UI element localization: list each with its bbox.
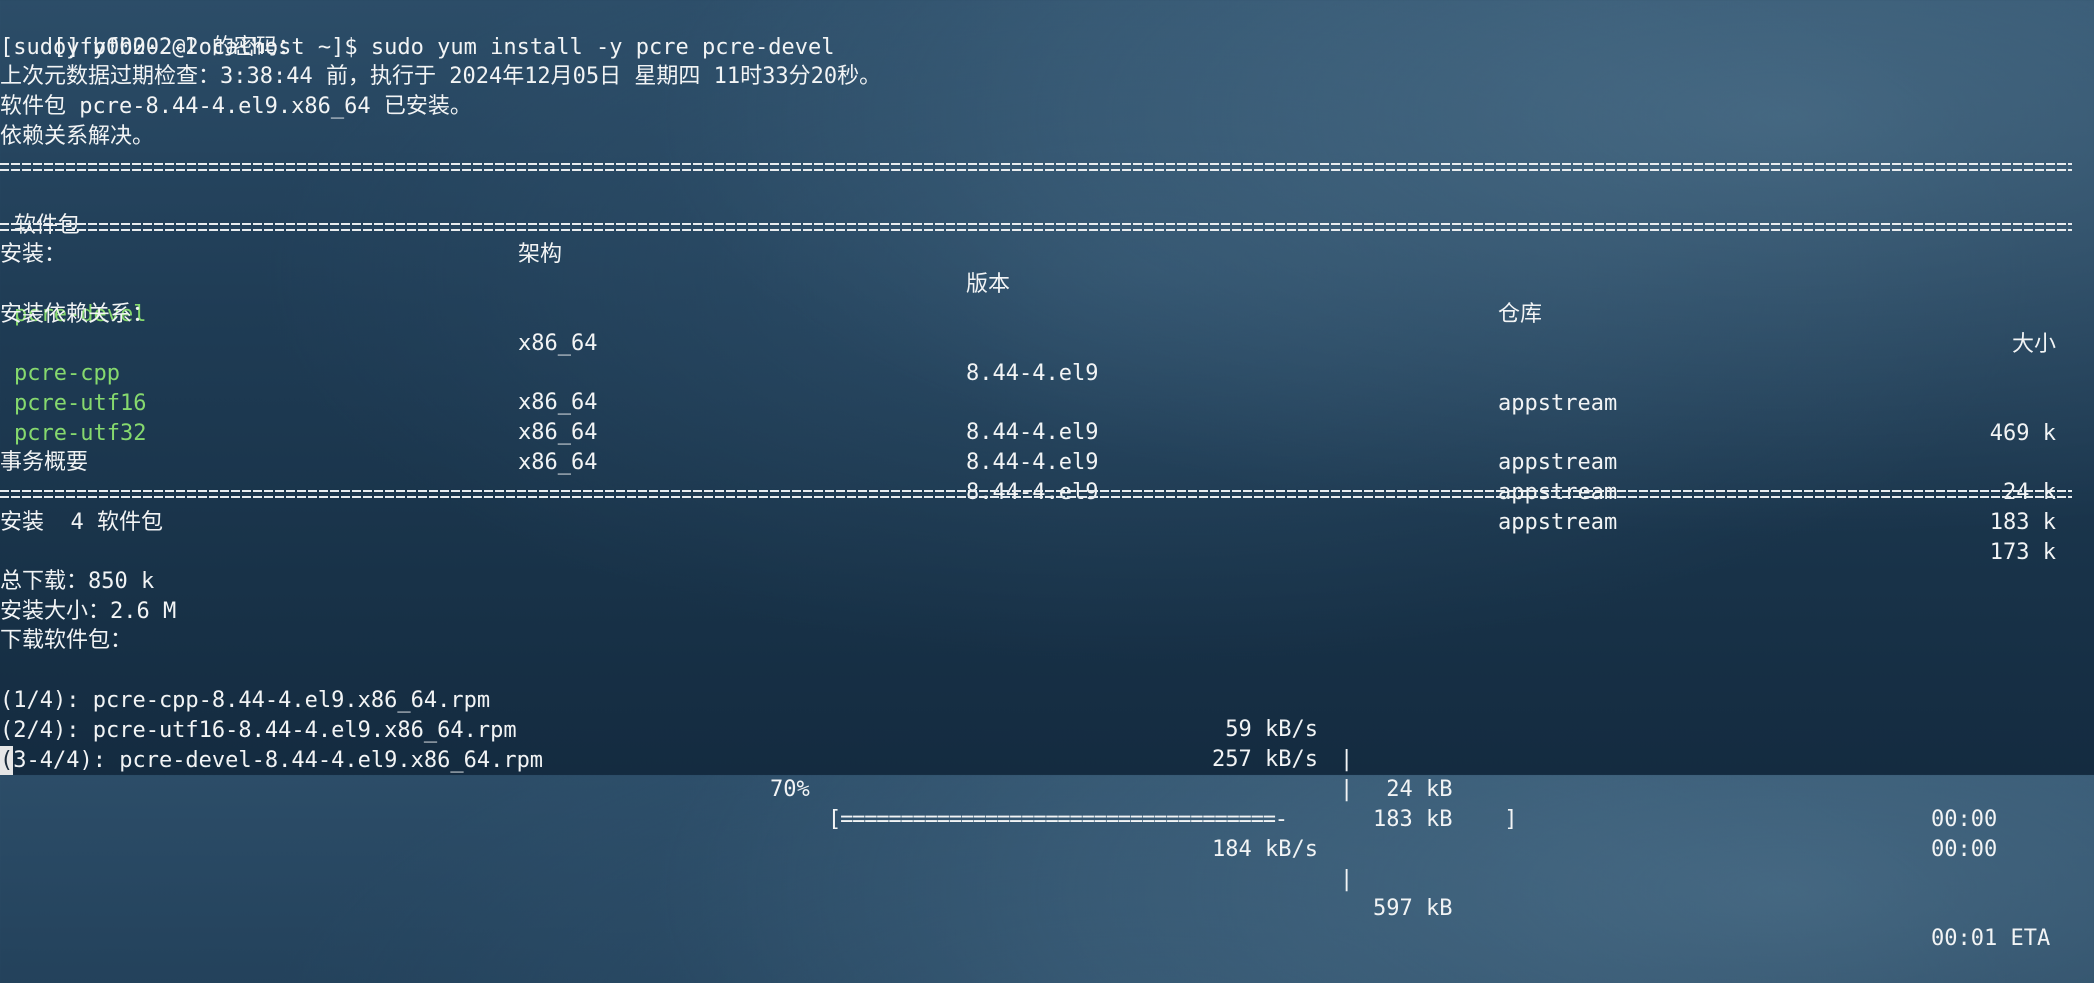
download-row: (1/4): pcre-cpp-8.44-4.el9.x86_64.rpm 59…	[0, 656, 2094, 832]
table-row: pcre-utf16 x86_64 8.44-4.el9 appstream 1…	[0, 359, 2094, 535]
download-pipe: |	[1340, 747, 1354, 773]
download-rate: 184 kB/s	[1212, 836, 1318, 862]
download-row: (2/4): pcre-utf16-8.44-4.el9.x86_64.rpm …	[0, 686, 2094, 862]
download-pipe: |	[1340, 777, 1354, 803]
separator-line	[0, 211, 2072, 241]
download-time: 00:01 ETA	[1931, 925, 2051, 951]
deps-resolved-line: 依赖关系解决。	[0, 124, 155, 149]
metadata-check-line: 上次元数据过期检查：3:38:44 前，执行于 2024年12月05日 星期四 …	[0, 64, 882, 89]
install-count-line: 安装 4 软件包	[0, 510, 163, 535]
progress-percent: 70%	[770, 777, 810, 803]
total-download-line: 总下载：850 k	[0, 569, 155, 594]
download-rate: 257 kB/s	[1212, 747, 1318, 773]
terminal-cursor: (	[0, 745, 14, 776]
package-size: 469 k	[1989, 420, 2056, 446]
package-name: pcre-utf32	[14, 420, 147, 446]
table-row: pcre-cpp x86_64 8.44-4.el9 appstream 24 …	[0, 329, 2094, 505]
downloading-label: 下载软件包：	[0, 628, 133, 653]
separator-line	[0, 478, 2072, 508]
install-size-line: 安装大小：2.6 M	[0, 599, 177, 624]
package-version: 8.44-4.el9	[966, 420, 1099, 446]
progress-label: 3-4/4): pcre-devel-8.44-4.el9.x86_64.rpm	[13, 747, 544, 773]
download-pipe: |	[1340, 866, 1354, 892]
command-line: [yfb002-2@localhost ~]$ sudo yum install…	[0, 3, 2094, 60]
progress-bar: [====================================- ]	[828, 807, 1517, 833]
table-row: pcre-devel x86_64 8.44-4.el9 appstream 4…	[0, 270, 2094, 446]
download-size: 24 kB	[1373, 776, 1453, 802]
transaction-summary-title: 事务概要	[0, 450, 89, 475]
download-progress-row: (3-4/4): pcre-devel-8.44-4.el9.x86_64.rp…	[0, 716, 2094, 951]
already-installed-line: 软件包 pcre-8.44-4.el9.x86_64 已安装。	[0, 94, 472, 119]
package-arch: x86_64	[518, 420, 598, 446]
deps-section-label: 安装依赖关系：	[0, 302, 155, 327]
terminal-window[interactable]: [yfb002-2@localhost ~]$ sudo yum install…	[0, 0, 2094, 951]
install-section-label: 安装：	[0, 242, 67, 267]
progress-label-wrap: (3-4/4): pcre-devel-8.44-4.el9.x86_64.rp…	[0, 745, 544, 776]
download-size: 597 kB	[1373, 896, 1453, 922]
table-row: pcre-utf32 x86_64 8.44-4.el9 appstream 1…	[0, 389, 2094, 565]
package-size: 173 k	[1989, 539, 2056, 565]
table-header: 软件包 架构 版本 仓库 大小	[0, 181, 2094, 357]
sudo-password-line: [sudo] yfb002-2 的密码：	[0, 35, 300, 60]
download-time: 00:00	[1931, 806, 1998, 832]
separator-line	[0, 151, 2072, 181]
download-time: 00:00	[1931, 836, 1998, 862]
